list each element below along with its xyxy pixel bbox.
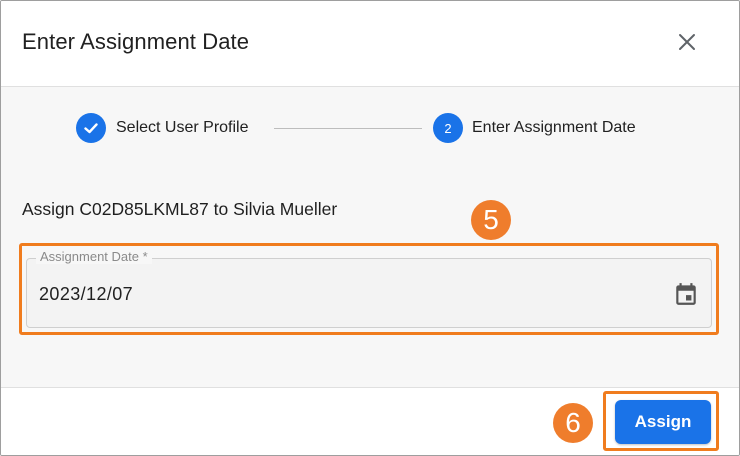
check-icon bbox=[84, 123, 98, 134]
dialog-footer: Assign bbox=[1, 387, 739, 455]
assignment-date-value[interactable]: 2023/12/07 bbox=[39, 284, 133, 305]
dialog-title: Enter Assignment Date bbox=[22, 29, 250, 54]
annotation-badge-5: 5 bbox=[471, 200, 511, 240]
step-2-number: 2 bbox=[433, 113, 463, 143]
calendar-icon[interactable] bbox=[673, 281, 699, 307]
dialog-body: Select User Profile 2 Enter Assignment D… bbox=[1, 87, 739, 387]
annotation-badge-6: 6 bbox=[553, 403, 593, 443]
step-2-label: Enter Assignment Date bbox=[472, 119, 636, 136]
assignment-summary: Assign C02D85LKML87 to Silvia Mueller bbox=[22, 199, 338, 219]
assignment-date-field[interactable]: Assignment Date * 2023/12/07 bbox=[26, 249, 712, 328]
step-1-label: Select User Profile bbox=[116, 119, 249, 136]
assignment-date-label: Assignment Date * bbox=[36, 249, 152, 264]
step-connector bbox=[274, 128, 422, 129]
stepper: Select User Profile 2 Enter Assignment D… bbox=[1, 87, 739, 171]
assignment-dialog: Enter Assignment Date Select User Profil… bbox=[0, 0, 740, 456]
dialog-header: Enter Assignment Date bbox=[1, 1, 739, 87]
close-icon bbox=[679, 34, 695, 50]
step-1-complete-indicator bbox=[76, 113, 106, 143]
close-button[interactable] bbox=[673, 28, 701, 56]
assign-button[interactable]: Assign bbox=[615, 400, 711, 444]
